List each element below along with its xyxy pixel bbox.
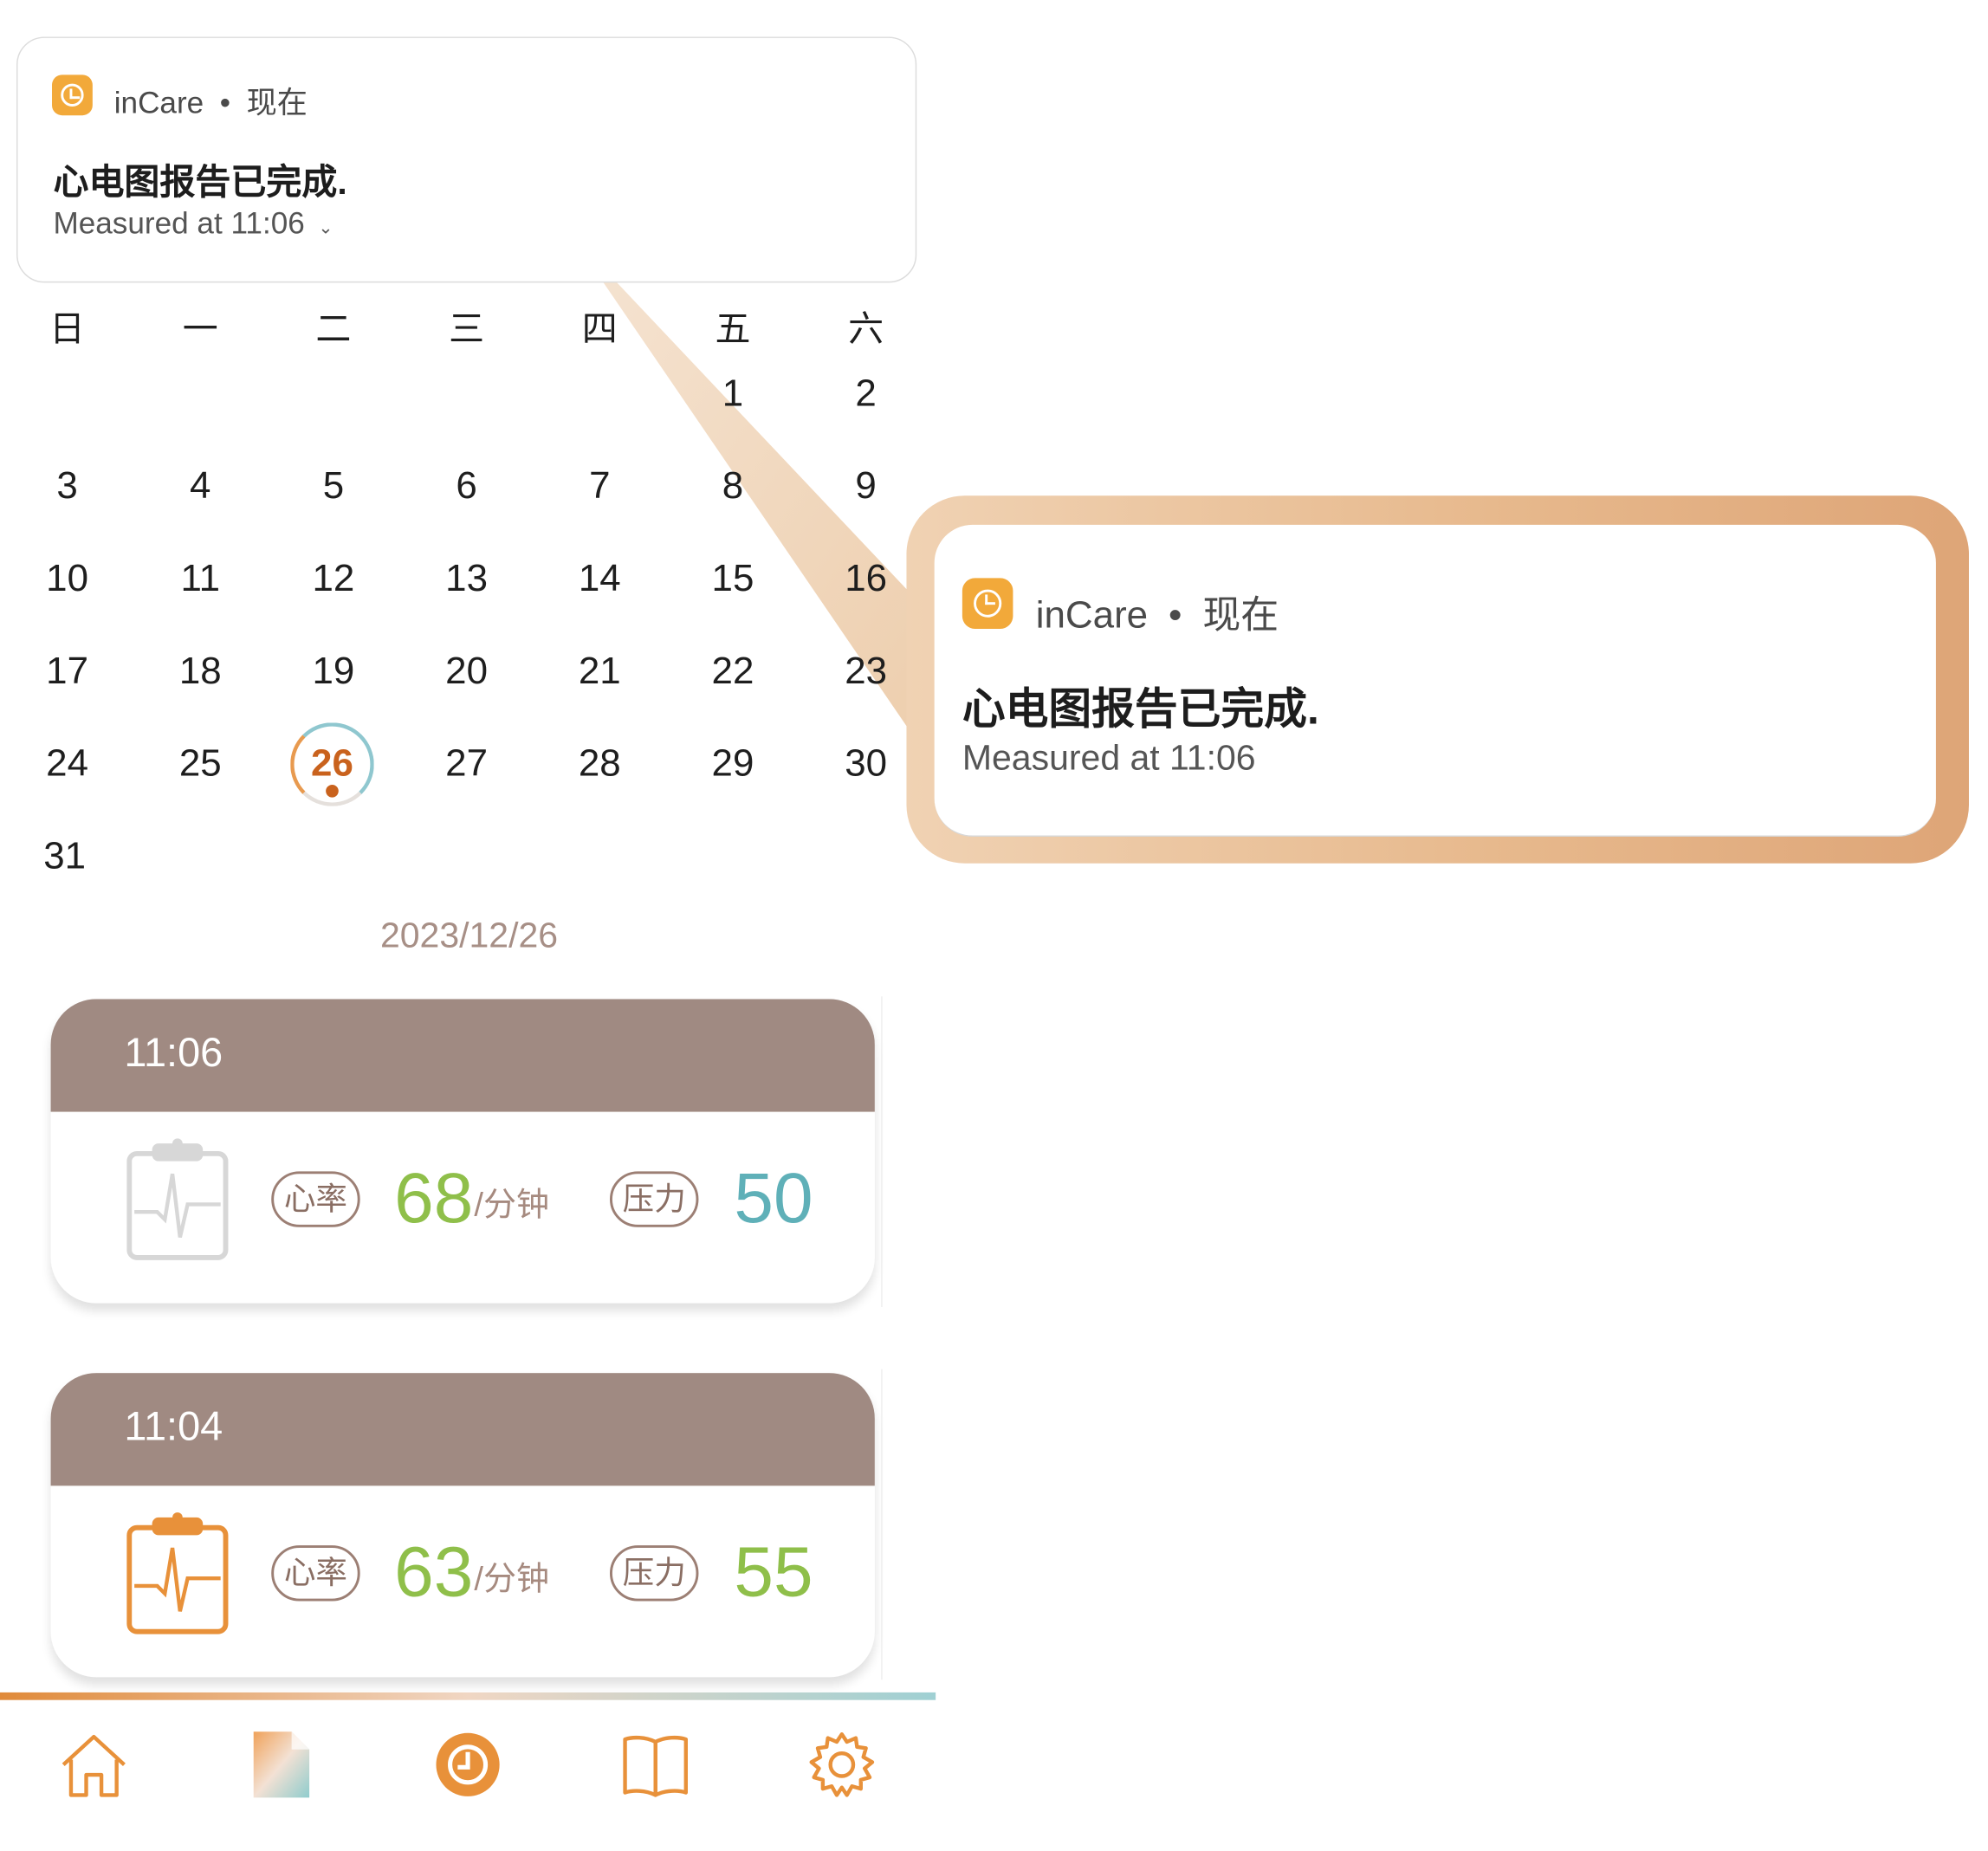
day-cell[interactable]: 17 — [29, 650, 106, 694]
notification-body-zoom: Measured at 11:06 — [962, 737, 1256, 778]
selected-day[interactable]: 26 — [295, 743, 371, 786]
ecg-record-card[interactable]: 11:04 心率 63 /分钟 压力 55 — [50, 1373, 875, 1678]
separator: • — [219, 86, 231, 121]
separator-zoom: • — [1169, 594, 1182, 637]
day-cell[interactable]: 2 — [828, 372, 904, 416]
heart-rate-unit: /分钟 — [474, 1559, 550, 1598]
stress-value: 55 — [734, 1531, 813, 1612]
book-icon[interactable] — [618, 1726, 694, 1802]
weekday-tue: 二 — [315, 309, 352, 349]
expand-chevron-icon[interactable]: ⌄ — [318, 217, 333, 236]
ecg-record-card[interactable]: 11:06 心率 68 /分钟 压力 50 — [50, 999, 875, 1304]
day-cell[interactable]: 20 — [429, 650, 505, 694]
heart-rate-unit: /分钟 — [474, 1185, 550, 1224]
day-cell[interactable]: 24 — [29, 743, 106, 786]
day-cell[interactable]: 27 — [429, 743, 505, 786]
day-cell[interactable]: 12 — [295, 558, 372, 601]
day-cell[interactable]: 13 — [429, 558, 505, 601]
report-icon[interactable] — [243, 1726, 320, 1802]
weekday-sat: 六 — [848, 309, 884, 349]
day-cell[interactable]: 4 — [162, 465, 238, 508]
day-cell[interactable]: 18 — [162, 650, 238, 694]
weekday-mon: 一 — [182, 309, 218, 349]
heart-rate-label: 心率 — [271, 1545, 360, 1602]
heart-rate-value: 63 — [394, 1531, 474, 1612]
settings-gear-icon[interactable] — [804, 1726, 880, 1802]
day-cell[interactable]: 7 — [561, 465, 638, 508]
day-cell[interactable]: 31 — [27, 836, 103, 879]
day-cell[interactable]: 28 — [561, 743, 638, 786]
notification-title-zoom: 心电图报告已完成. — [962, 685, 1319, 735]
day-cell[interactable]: 19 — [295, 650, 372, 694]
app-name: inCare — [113, 86, 204, 121]
notification-time-zoom: 现在 — [1202, 594, 1279, 637]
day-cell[interactable]: 6 — [429, 465, 505, 508]
day-cell[interactable]: 5 — [295, 465, 372, 508]
day-cell[interactable]: 21 — [561, 650, 638, 694]
day-cell[interactable]: 14 — [561, 558, 638, 601]
list-edge — [881, 1369, 883, 1680]
day-cell[interactable]: 15 — [695, 558, 771, 601]
day-cell[interactable]: 22 — [695, 650, 771, 694]
ecg-report-icon — [126, 1138, 229, 1260]
notification-time: 现在 — [246, 86, 308, 121]
list-edge — [881, 996, 883, 1307]
ecg-report-icon — [126, 1512, 229, 1634]
stress-label: 压力 — [609, 1545, 699, 1602]
day-cell[interactable]: 23 — [828, 650, 904, 694]
day-cell[interactable]: 11 — [162, 558, 238, 601]
heart-rate-label: 心率 — [271, 1171, 360, 1227]
selected-date-label: 2023/12/26 — [379, 915, 559, 955]
app-name-zoom: inCare — [1035, 594, 1149, 637]
history-clock-icon[interactable] — [430, 1726, 506, 1802]
notification-title: 心电图报告已完成. — [53, 162, 347, 202]
record-time: 11:06 — [124, 1029, 223, 1076]
weekday-sun: 日 — [49, 309, 86, 349]
weekday-wed: 三 — [449, 309, 485, 349]
home-icon[interactable] — [55, 1726, 132, 1802]
day-cell[interactable]: 10 — [29, 558, 106, 601]
has-record-dot — [326, 784, 339, 798]
notification-body: Measured at 11:06 ⌄ — [53, 206, 333, 242]
heart-rate-value: 68 — [394, 1157, 474, 1238]
day-cell[interactable]: 29 — [695, 743, 771, 786]
stress-value: 50 — [734, 1157, 813, 1238]
weekday-thu: 四 — [581, 309, 618, 349]
day-cell[interactable]: 3 — [29, 465, 106, 508]
day-cell[interactable]: 8 — [695, 465, 771, 508]
day-cell[interactable]: 30 — [828, 743, 904, 786]
day-cell[interactable]: 16 — [828, 558, 904, 601]
notification-zoom: inCare • 现在 心电图报告已完成. Measured at 11:06 — [934, 524, 1936, 837]
record-header: 11:04 — [50, 1373, 875, 1486]
stress-label: 压力 — [609, 1171, 699, 1227]
nav-divider — [0, 1692, 936, 1700]
incare-app-icon — [52, 74, 93, 116]
incare-app-icon-zoom — [962, 578, 1013, 629]
day-cell[interactable]: 1 — [695, 372, 771, 416]
day-cell[interactable]: 25 — [162, 743, 238, 786]
record-time: 11:04 — [124, 1403, 223, 1449]
record-header: 11:06 — [50, 999, 875, 1112]
day-cell[interactable]: 9 — [828, 465, 904, 508]
weekday-fri: 五 — [715, 309, 751, 349]
notification-banner[interactable]: inCare • 现在 心电图报告已完成. Measured at 11:06 … — [16, 36, 917, 283]
